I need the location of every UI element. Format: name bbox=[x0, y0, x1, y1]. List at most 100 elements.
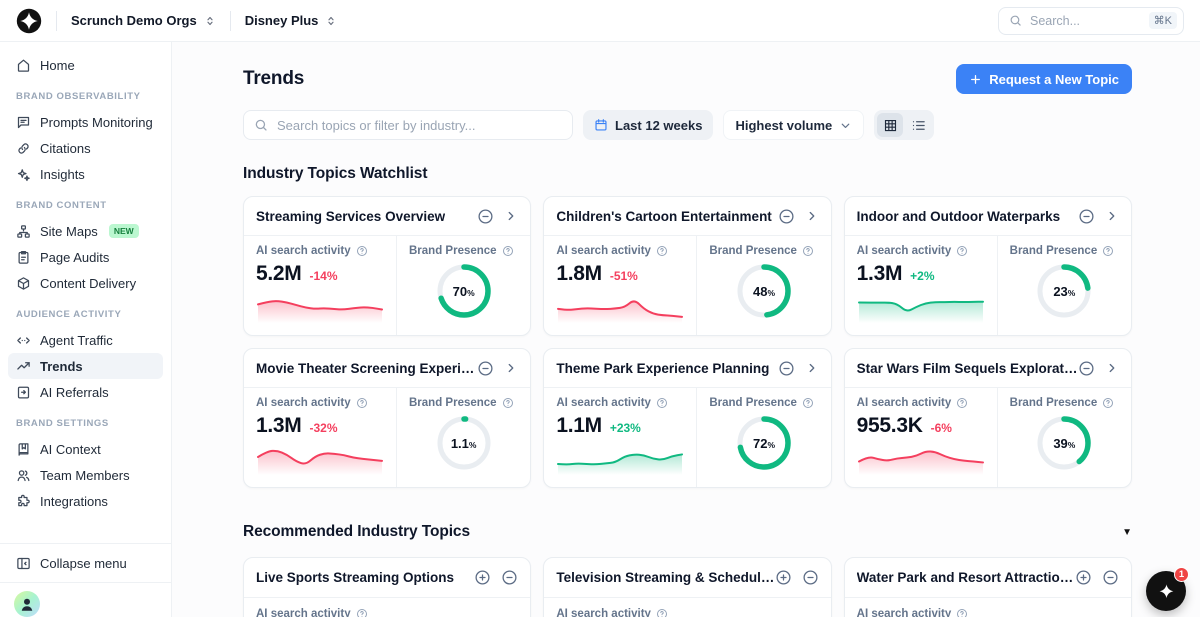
sidebar-item-trends[interactable]: Trends bbox=[8, 353, 163, 379]
open-topic-button[interactable] bbox=[504, 209, 518, 223]
help-icon[interactable] bbox=[356, 245, 368, 257]
minus-circle-icon bbox=[501, 569, 518, 586]
sidebar-item-content-delivery[interactable]: Content Delivery bbox=[8, 270, 163, 296]
sidebar-item-agent-traffic[interactable]: Agent Traffic bbox=[8, 327, 163, 353]
help-icon[interactable] bbox=[956, 245, 968, 257]
chevron-right-icon bbox=[805, 209, 819, 223]
open-topic-button[interactable] bbox=[805, 209, 819, 223]
help-icon[interactable] bbox=[356, 397, 368, 409]
sidebar-item-label: Content Delivery bbox=[40, 276, 136, 291]
activity-label: AI search activity bbox=[857, 608, 952, 617]
sidebar-item-page-audits[interactable]: Page Audits bbox=[8, 244, 163, 270]
add-topic-button[interactable] bbox=[474, 569, 491, 586]
presence-value: 72 bbox=[753, 436, 767, 451]
dismiss-topic-button[interactable] bbox=[501, 569, 518, 586]
topic-title: Indoor and Outdoor Waterparks bbox=[857, 209, 1061, 224]
search-icon bbox=[1009, 14, 1022, 27]
user-menu[interactable] bbox=[0, 582, 171, 617]
assistant-widget-button[interactable]: 1 bbox=[1146, 571, 1186, 611]
chevron-up-down-icon bbox=[204, 15, 216, 27]
global-search[interactable]: ⌘K bbox=[998, 7, 1184, 35]
help-icon[interactable] bbox=[356, 608, 368, 617]
activity-delta: -32% bbox=[310, 421, 338, 435]
sidebar-item-home[interactable]: Home bbox=[8, 52, 163, 78]
chevron-right-icon bbox=[504, 361, 518, 375]
help-icon[interactable] bbox=[802, 245, 814, 257]
help-icon[interactable] bbox=[802, 397, 814, 409]
help-icon[interactable] bbox=[956, 397, 968, 409]
global-search-input[interactable] bbox=[1030, 14, 1141, 28]
presence-donut-chart: 39 % bbox=[1036, 415, 1092, 471]
home-icon bbox=[16, 58, 31, 73]
topic-card: Children's Cartoon Entertainment AI sear… bbox=[543, 196, 831, 336]
help-icon[interactable] bbox=[956, 608, 968, 617]
help-icon[interactable] bbox=[502, 397, 514, 409]
sidebar-item-label: Page Audits bbox=[40, 250, 109, 265]
help-icon[interactable] bbox=[656, 397, 668, 409]
topics-search[interactable] bbox=[243, 110, 573, 140]
remove-topic-button[interactable] bbox=[778, 208, 795, 225]
activity-delta: -14% bbox=[310, 269, 338, 283]
collapse-section-icon[interactable]: ▼ bbox=[1122, 527, 1132, 538]
remove-topic-button[interactable] bbox=[477, 360, 494, 377]
presence-label: Brand Presence bbox=[409, 397, 497, 409]
org-switcher[interactable]: Scrunch Demo Orgs bbox=[71, 13, 216, 28]
add-topic-button[interactable] bbox=[1075, 569, 1092, 586]
sparkline-chart bbox=[256, 287, 384, 323]
minus-circle-icon bbox=[477, 208, 494, 225]
sidebar-item-insights[interactable]: Insights bbox=[8, 161, 163, 187]
watchlist-grid: Streaming Services Overview AI search ac… bbox=[243, 196, 1132, 488]
list-view-button[interactable] bbox=[905, 113, 931, 137]
sidebar-item-label: Insights bbox=[40, 167, 85, 182]
sort-filter[interactable]: Highest volume bbox=[723, 110, 864, 140]
grid-view-button[interactable] bbox=[877, 113, 903, 137]
remove-topic-button[interactable] bbox=[778, 360, 795, 377]
sidebar-item-site-maps[interactable]: Site Maps NEW bbox=[8, 218, 163, 244]
dismiss-topic-button[interactable] bbox=[802, 569, 819, 586]
sidebar-item-citations[interactable]: Citations bbox=[8, 135, 163, 161]
open-topic-button[interactable] bbox=[1105, 361, 1119, 375]
sidebar-item-prompts-monitoring[interactable]: Prompts Monitoring bbox=[8, 109, 163, 135]
recommended-topic-card: Water Park and Resort Attractions AI sea… bbox=[844, 557, 1132, 617]
avatar[interactable] bbox=[14, 591, 40, 617]
sort-label: Highest volume bbox=[735, 118, 832, 133]
help-icon[interactable] bbox=[502, 245, 514, 257]
presence-unit: % bbox=[1068, 440, 1076, 450]
help-icon[interactable] bbox=[1102, 397, 1114, 409]
new-badge: NEW bbox=[109, 224, 139, 238]
collapse-menu-button[interactable]: Collapse menu bbox=[8, 546, 163, 580]
activity-delta: +2% bbox=[910, 269, 934, 283]
dismiss-topic-button[interactable] bbox=[1102, 569, 1119, 586]
activity-label: AI search activity bbox=[256, 608, 351, 617]
topics-search-input[interactable] bbox=[277, 118, 562, 133]
activity-value: 955.3K bbox=[857, 414, 923, 438]
sidebar-item-integrations[interactable]: Integrations bbox=[8, 488, 163, 514]
open-topic-button[interactable] bbox=[1105, 209, 1119, 223]
divider bbox=[56, 11, 57, 31]
add-topic-button[interactable] bbox=[775, 569, 792, 586]
request-new-topic-button[interactable]: Request a New Topic bbox=[956, 64, 1132, 94]
remove-topic-button[interactable] bbox=[477, 208, 494, 225]
remove-topic-button[interactable] bbox=[1078, 208, 1095, 225]
presence-unit: % bbox=[469, 440, 477, 450]
brand-switcher[interactable]: Disney Plus bbox=[245, 13, 338, 28]
arrows-left-right-icon bbox=[16, 333, 31, 348]
activity-label: AI search activity bbox=[857, 245, 952, 257]
activity-delta: -51% bbox=[610, 269, 638, 283]
help-icon[interactable] bbox=[1102, 245, 1114, 257]
help-icon[interactable] bbox=[656, 245, 668, 257]
plus-icon bbox=[969, 73, 982, 86]
sidebar-item-ai-referrals[interactable]: AI Referrals bbox=[8, 379, 163, 405]
remove-topic-button[interactable] bbox=[1078, 360, 1095, 377]
recommended-grid: Live Sports Streaming Options AI search … bbox=[243, 557, 1132, 617]
open-topic-button[interactable] bbox=[504, 361, 518, 375]
sidebar-item-team-members[interactable]: Team Members bbox=[8, 462, 163, 488]
presence-value: 23 bbox=[1053, 284, 1067, 299]
open-topic-button[interactable] bbox=[805, 361, 819, 375]
sidebar-item-ai-context[interactable]: AI Context bbox=[8, 436, 163, 462]
help-icon[interactable] bbox=[656, 608, 668, 617]
activity-label: AI search activity bbox=[256, 245, 351, 257]
presence-unit: % bbox=[767, 288, 775, 298]
minus-circle-icon bbox=[778, 360, 795, 377]
date-range-filter[interactable]: Last 12 weeks bbox=[583, 110, 713, 140]
